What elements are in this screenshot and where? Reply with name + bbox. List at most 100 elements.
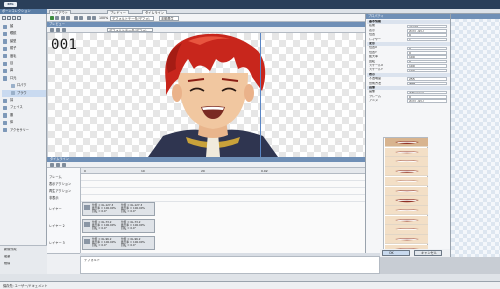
mouth-shape-item[interactable] bbox=[385, 235, 428, 245]
sidebar-item[interactable]: アクセサリー bbox=[2, 127, 46, 134]
property-value[interactable]: ブラウ bbox=[407, 24, 447, 29]
property-value[interactable]: 0 bbox=[407, 59, 447, 64]
layer-name[interactable]: レイヤー 3 bbox=[49, 240, 65, 247]
name-input[interactable]: デフォルト bbox=[80, 256, 380, 274]
timeline-grid[interactable]: 0 10 20 0.02 位置 = 0L-127.3 拡大率 = 100.00%… bbox=[81, 168, 380, 253]
delete-layer-icon[interactable] bbox=[56, 163, 60, 167]
sidebar-item[interactable]: 眼鏡 bbox=[2, 30, 46, 37]
mouth-shape-item[interactable] bbox=[385, 176, 428, 187]
property-value[interactable]: 0 bbox=[407, 51, 447, 55]
mouth-shape-item[interactable] bbox=[385, 157, 428, 167]
property-value[interactable]: 0 bbox=[407, 95, 447, 99]
sidebar-item[interactable]: 体 bbox=[2, 119, 46, 126]
mouth-icon bbox=[395, 238, 419, 241]
layer-name[interactable]: 表示アクション bbox=[49, 181, 71, 188]
property-row[interactable]: アニメ 表示しない bbox=[367, 99, 450, 104]
mouth-shape-item[interactable] bbox=[385, 196, 428, 206]
sidebar-item[interactable]: 耳 bbox=[2, 97, 46, 104]
property-key: 変形 bbox=[369, 42, 376, 45]
sidebar-item[interactable]: 口パク bbox=[2, 82, 46, 89]
frame-select[interactable]: デフォルトテータ(デフォ) bbox=[110, 15, 154, 21]
part-icon bbox=[3, 105, 8, 111]
property-key: 位置X bbox=[369, 46, 378, 50]
property-value[interactable]: 表示しない bbox=[407, 99, 447, 104]
copy-icon[interactable] bbox=[7, 16, 11, 20]
grid-icon[interactable] bbox=[79, 16, 83, 20]
property-value[interactable]: 表情パーツ bbox=[407, 90, 447, 95]
bottom-action[interactable]: 新規作成 bbox=[4, 248, 17, 251]
preview-frame-select[interactable]: デフォルトテータ(デフォ) bbox=[107, 27, 153, 32]
property-value[interactable]: 100 bbox=[407, 68, 447, 73]
property-value[interactable]: 0 bbox=[407, 46, 447, 51]
sidebar-item[interactable]: フェイス bbox=[2, 104, 46, 111]
property-value[interactable]: 100 bbox=[407, 55, 447, 60]
prev-frame-icon[interactable] bbox=[61, 16, 65, 20]
mouth-shape-item[interactable] bbox=[385, 205, 428, 216]
property-value[interactable]: 1 bbox=[407, 37, 447, 42]
rotate-icon[interactable] bbox=[56, 27, 60, 32]
sidebar-item[interactable]: 鼻 bbox=[2, 67, 46, 74]
mouth-shape-item[interactable] bbox=[385, 147, 428, 158]
bottom-action[interactable]: 削除 bbox=[4, 262, 10, 265]
sidebar-item[interactable]: 服 bbox=[2, 112, 46, 119]
sidebar-item[interactable]: 口元 bbox=[2, 75, 46, 82]
mouth-shape-item[interactable] bbox=[385, 186, 428, 196]
sidebar-item[interactable]: ブラウ bbox=[2, 89, 46, 97]
sidebar-item-label: 目 bbox=[10, 61, 14, 65]
mode-select[interactable]: 手動再生 bbox=[159, 15, 179, 21]
layer-name[interactable]: 非表示 bbox=[49, 195, 59, 202]
add-key-icon[interactable] bbox=[62, 163, 66, 167]
mouth-shape-item[interactable] bbox=[385, 167, 428, 177]
sidebar-item[interactable]: 眉毛 bbox=[2, 53, 46, 60]
move-icon[interactable] bbox=[50, 27, 54, 32]
add-layer-icon[interactable] bbox=[50, 163, 54, 167]
mouth-shape-list[interactable] bbox=[383, 137, 428, 255]
zoom-level[interactable]: 100% bbox=[99, 16, 108, 21]
part-icon bbox=[3, 120, 8, 125]
sidebar-item[interactable]: 顔 bbox=[2, 23, 46, 30]
keyframe-cell[interactable]: 位置 = 0L-127.3 拡大率 = 100.00% 回転 = 0.0° 位置… bbox=[82, 202, 155, 216]
mouth-icon bbox=[395, 209, 419, 211]
property-value[interactable]: 0 bbox=[407, 33, 447, 38]
mouth-icon bbox=[395, 160, 419, 163]
mouth-icon bbox=[395, 150, 419, 153]
property-value[interactable]: 255 bbox=[407, 77, 447, 82]
zoom-out-icon[interactable] bbox=[92, 16, 96, 20]
property-value[interactable]: 表示しない bbox=[407, 29, 447, 33]
scale-icon[interactable] bbox=[62, 27, 66, 32]
zoom-in-icon[interactable] bbox=[87, 16, 91, 20]
delete-icon[interactable] bbox=[12, 16, 16, 20]
keyframe-cell[interactable]: 位置 = 0L-96.2 拡大率 = 100.00% 回転 = 0.0° 位置 … bbox=[82, 236, 155, 250]
sidebar-item[interactable]: 帽子 bbox=[2, 45, 46, 52]
mouth-icon bbox=[395, 189, 419, 192]
part-icon bbox=[3, 113, 8, 118]
layout-icon[interactable] bbox=[74, 16, 78, 20]
ruler-label: 10 bbox=[141, 169, 145, 173]
stop-icon[interactable] bbox=[55, 16, 59, 20]
new-icon[interactable] bbox=[2, 16, 6, 20]
preview-canvas[interactable]: 001 bbox=[48, 33, 365, 157]
property-key: 合成方法 bbox=[369, 81, 382, 85]
play-icon[interactable] bbox=[50, 16, 54, 20]
ok-button[interactable]: OK bbox=[382, 250, 410, 256]
property-key: アニメ bbox=[369, 99, 378, 103]
center-guide bbox=[260, 33, 261, 157]
mouth-shape-item[interactable] bbox=[385, 215, 428, 225]
layer-name[interactable]: レイヤー bbox=[49, 206, 62, 213]
sidebar-item[interactable]: 目 bbox=[2, 60, 46, 67]
layer-name[interactable]: レイヤー 2 bbox=[49, 223, 65, 230]
sidebar-item[interactable]: 髪型 bbox=[2, 38, 46, 45]
sidebar-item-label: 服 bbox=[10, 112, 14, 117]
property-value[interactable]: 通常 bbox=[407, 81, 447, 86]
layer-name[interactable]: 再生アクション bbox=[49, 188, 71, 195]
layer-name[interactable]: フレーム bbox=[49, 174, 62, 181]
part-icon bbox=[3, 46, 8, 51]
mouth-shape-item[interactable] bbox=[385, 138, 428, 148]
next-frame-icon[interactable] bbox=[66, 16, 70, 20]
up-icon[interactable] bbox=[17, 16, 21, 20]
property-value[interactable]: 100 bbox=[407, 64, 447, 68]
mouth-shape-item[interactable] bbox=[385, 225, 428, 235]
keyframe-cell[interactable]: 位置 = 0L-73.2 拡大率 = 100.00% 回転 = 0.0° 位置 … bbox=[82, 219, 155, 233]
cancel-button[interactable]: キャンセル bbox=[414, 250, 442, 256]
bottom-action[interactable]: 複製 bbox=[4, 255, 10, 258]
